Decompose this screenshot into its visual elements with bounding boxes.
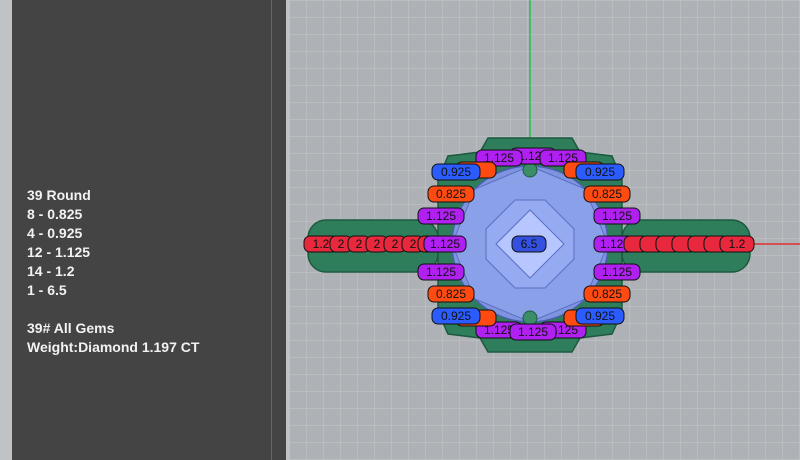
tag-0.925-label: 0.925: [585, 165, 615, 179]
tag-0.925-label: 0.925: [441, 309, 471, 323]
gem-count-line: 1 - 6.5: [27, 282, 67, 298]
tag-0.825-label: 0.825: [436, 187, 466, 201]
gem-count-line: 8 - 0.825: [27, 206, 83, 222]
prong-bottom: [522, 310, 538, 326]
tag-1.2-fragment-label: 2: [338, 237, 345, 251]
diamond-weight: Weight:Diamond 1.197 CT: [27, 339, 200, 355]
tag-1.2-fragment-label: 2: [356, 237, 363, 251]
all-gems-total: 39# All Gems: [27, 320, 115, 336]
tag-0.925-label: 0.925: [585, 309, 615, 323]
tag-1.125-label: 1.125: [430, 237, 460, 251]
tag-1.2-label: 1.2: [729, 237, 746, 251]
gem-count-line: 12 - 1.125: [27, 244, 91, 260]
tag-0.825-label: 0.825: [592, 287, 622, 301]
gem-type: 39 Round: [27, 187, 91, 203]
tag-1.2-label: 1.2: [313, 237, 330, 251]
gem-report-inner: 39 Round 8 - 0.825 4 - 0.925 12 - 1.125 …: [22, 0, 272, 460]
prong-top: [522, 162, 538, 178]
tag-1.2-fragment-label: 2: [374, 237, 381, 251]
tag-1.125-label: 1.125: [518, 325, 548, 339]
tag-0.825-label: 0.825: [592, 187, 622, 201]
tag-1.2-fragment-label: 2: [392, 237, 399, 251]
tag-1.125-label: 1.125: [426, 209, 456, 223]
tag-1.2-fragment-label: 2: [410, 237, 417, 251]
gem-count-line: 4 - 0.925: [27, 225, 83, 241]
tag-1.125-label: 1.125: [426, 265, 456, 279]
tag-0.825-label: 0.825: [436, 287, 466, 301]
tag-1.125-label: 1.125: [602, 209, 632, 223]
tag-1.125-label: 1.125: [602, 265, 632, 279]
gem-report-panel: 39 Round 8 - 0.825 4 - 0.925 12 - 1.125 …: [0, 0, 290, 460]
tag-6.5-label: 6.5: [521, 237, 538, 251]
tag-0.925-label: 0.925: [441, 165, 471, 179]
gem-count-line: 14 - 1.2: [27, 263, 75, 279]
